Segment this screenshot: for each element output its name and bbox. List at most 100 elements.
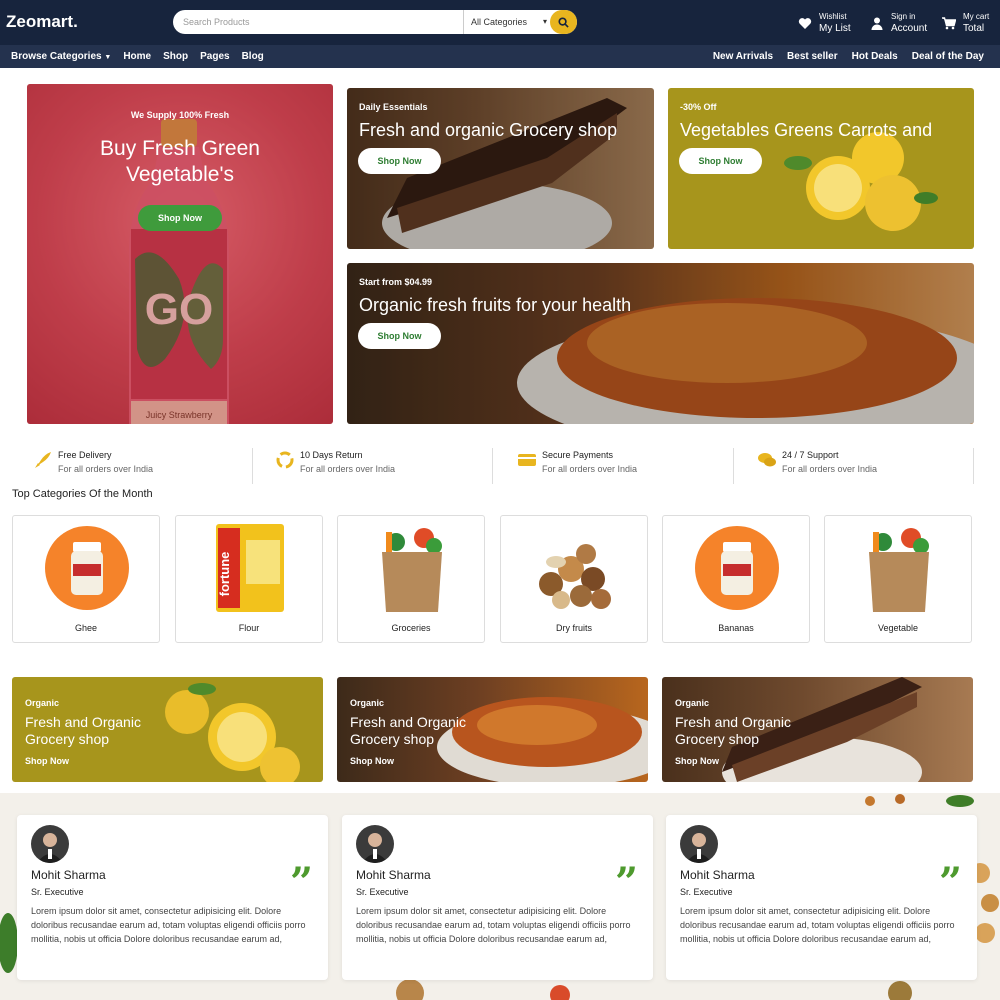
grocery-bag-image (869, 528, 929, 612)
feature-title: Free Delivery (58, 450, 112, 460)
category-card-bananas[interactable]: Bananas (662, 515, 810, 643)
promo-tag: Organic (675, 698, 710, 708)
recycle-icon (276, 451, 294, 469)
feature-title: 24 / 7 Support (782, 450, 839, 460)
testimonial-role: Sr. Executive (31, 887, 84, 897)
avatar (680, 825, 718, 863)
cart-icon (941, 15, 957, 31)
divider (973, 448, 974, 484)
pasta-image (347, 263, 974, 424)
search-input[interactable] (173, 10, 463, 34)
nav-new-arrivals[interactable]: New Arrivals (713, 51, 773, 62)
category-card-flour[interactable]: fortune Flour (175, 515, 323, 643)
nav-pages[interactable]: Pages (200, 51, 229, 62)
nav-hot-deals[interactable]: Hot Deals (852, 51, 898, 62)
promo-shop-now-link[interactable]: Shop Now (350, 756, 394, 766)
search-button[interactable] (550, 10, 577, 34)
ghee-jar-image (695, 526, 779, 610)
banner-main-tag: We Supply 100% Fresh (130, 110, 230, 120)
testimonial-card: Mohit Sharma Sr. Executive ” Lorem ipsum… (342, 815, 653, 980)
nav-blog[interactable]: Blog (242, 51, 264, 62)
feature-title: 10 Days Return (300, 450, 363, 460)
feature-free-delivery: Free Delivery For all orders over India (27, 448, 267, 488)
quote-icon: ” (938, 859, 962, 906)
avatar (356, 825, 394, 863)
category-card-groceries[interactable]: Groceries (337, 515, 485, 643)
category-label: Bananas (718, 623, 754, 633)
category-label: Dry fruits (556, 623, 592, 633)
promo-title: Fresh and Organic Grocery shop (350, 714, 466, 747)
banner-main-shop-now-button[interactable]: Shop Now (138, 205, 222, 231)
account-sub: Account (891, 23, 928, 34)
caret-down-icon: ▼ (104, 54, 112, 61)
banner-pasta-title: Organic fresh fruits for your health (359, 295, 632, 315)
divider (252, 448, 253, 484)
top-categories-heading: Top Categories Of the Month (12, 488, 153, 500)
nav-browse-label: Browse Categories (11, 51, 102, 62)
features-strip: Free Delivery For all orders over India … (0, 440, 1000, 485)
wishlist-sub: My List (819, 23, 851, 34)
cart-link[interactable]: My cart Total (941, 11, 989, 35)
wishlist-link[interactable]: Wishlist My List (797, 11, 851, 35)
banner-main-title-line2: Vegetable's (126, 163, 234, 186)
ghee-jar-image (45, 526, 129, 610)
category-card-dry-fruits[interactable]: Dry fruits (500, 515, 648, 643)
nav-browse-categories[interactable]: Browse Categories ▼ (11, 51, 111, 62)
top-header: Zeomart. All Categories ▾ Wishlist My Lis… (0, 0, 1000, 45)
hero-banner-pasta: Start from $04.99 Organic fresh fruits f… (347, 263, 974, 424)
category-label: Groceries (391, 623, 431, 633)
testimonial-name: Mohit Sharma (31, 868, 106, 882)
testimonial-role: Sr. Executive (680, 887, 733, 897)
cart-label: My cart (963, 12, 990, 21)
testimonial-card: Mohit Sharma Sr. Executive ” Lorem ipsum… (17, 815, 328, 980)
promo-banner-2: Organic Fresh and Organic Grocery shop S… (337, 677, 648, 782)
feature-subtitle: For all orders over India (542, 464, 638, 474)
feature-subtitle: For all orders over India (782, 464, 878, 474)
heart-icon (797, 15, 813, 31)
chat-icon (758, 453, 776, 467)
site-logo[interactable]: Zeomart. (6, 12, 78, 32)
page: { "header": { "logo": "Zeomart.", "searc… (0, 0, 1000, 1000)
chevron-down-icon: ▾ (542, 17, 547, 26)
nav-deal-of-the-day[interactable]: Deal of the Day (912, 51, 984, 62)
promo-shop-now-link[interactable]: Shop Now (675, 756, 719, 766)
feature-title: Secure Payments (542, 450, 614, 460)
promo-title: Fresh and Organic Grocery shop (675, 714, 791, 747)
nav-best-seller[interactable]: Best seller (787, 51, 838, 62)
testimonial-role: Sr. Executive (356, 887, 409, 897)
rocket-icon (35, 452, 51, 468)
user-icon (869, 15, 885, 31)
quote-icon: ” (289, 859, 313, 906)
wishlist-label: Wishlist (819, 12, 847, 21)
flour-pack-image: fortune (216, 524, 284, 612)
promo-tag: Organic (25, 698, 60, 708)
promo-tag: Organic (350, 698, 385, 708)
banner-cake-shop-now-button[interactable]: Shop Now (358, 148, 441, 174)
testimonial-text: Lorem ipsum dolor sit amet, consectetur … (31, 906, 306, 944)
hero-banner-lemons: -30% Off Vegetables Greens Carrots and S… (668, 88, 974, 249)
category-select-value: All Categories (471, 17, 528, 27)
nav-shop[interactable]: Shop (163, 51, 188, 62)
account-label: Sign in (891, 12, 916, 21)
category-card-ghee[interactable]: Ghee (12, 515, 160, 643)
feature-returns: 10 Days Return For all orders over India (269, 448, 509, 488)
feature-subtitle: For all orders over India (58, 464, 154, 474)
category-card-vegetable[interactable]: Vegetable (824, 515, 972, 643)
feature-support: 24 / 7 Support For all orders over India (751, 448, 991, 488)
banner-overlay (27, 84, 333, 424)
search-icon (558, 16, 569, 28)
nav-home[interactable]: Home (123, 51, 151, 62)
promo-banner-1: Organic Fresh and Organic Grocery shop S… (12, 677, 323, 782)
banner-main-title-line1: Buy Fresh Green (100, 137, 260, 160)
testimonial-card: Mohit Sharma Sr. Executive ” Lorem ipsum… (666, 815, 977, 980)
category-select[interactable]: All Categories ▾ (463, 10, 551, 34)
divider (733, 448, 734, 484)
banner-pasta-shop-now-button[interactable]: Shop Now (358, 323, 441, 349)
banner-main-title: Buy Fresh Green Vegetable's (27, 136, 333, 188)
banner-pasta-tag: Start from $04.99 (359, 277, 433, 287)
promo-shop-now-link[interactable]: Shop Now (25, 756, 69, 766)
banner-lemons-title: Vegetables Greens Carrots and (680, 120, 933, 140)
account-link[interactable]: Sign in Account (869, 11, 927, 35)
divider (492, 448, 493, 484)
banner-lemons-shop-now-button[interactable]: Shop Now (679, 148, 762, 174)
